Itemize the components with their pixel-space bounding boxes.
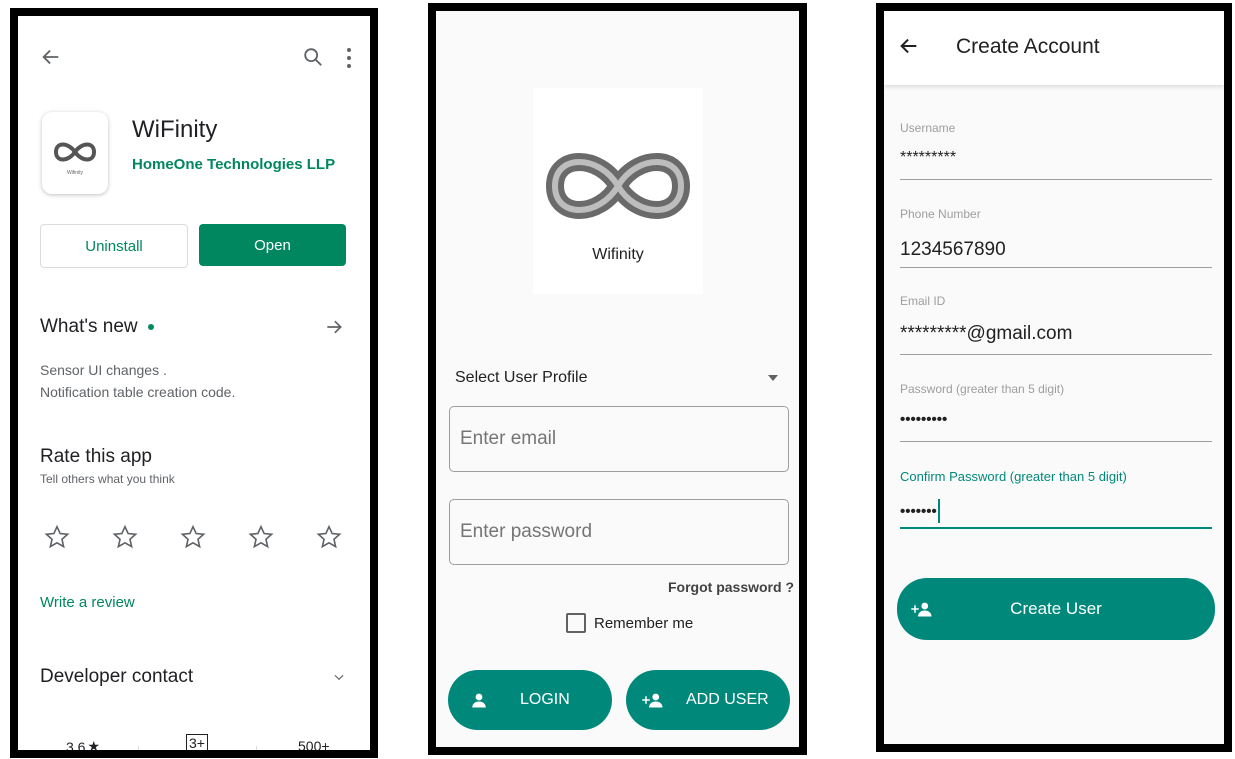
text-cursor [937, 499, 940, 523]
chevron-down-icon[interactable] [332, 670, 346, 684]
logo-card: Wifinity [533, 88, 703, 294]
password-input[interactable]: Enter password [449, 499, 789, 565]
underline [900, 354, 1212, 355]
remember-me-label: Remember me [594, 614, 694, 632]
login-label: LOGIN [520, 691, 570, 708]
underline [900, 179, 1212, 180]
rating-stat: 3.6 ★ [66, 738, 101, 755]
rate-title: Rate this app [40, 446, 152, 467]
star-icon[interactable] [248, 524, 274, 550]
email-label: Email ID [900, 294, 946, 308]
downloads-stat: 500+ [298, 738, 330, 754]
rating-value: 3.6 [66, 738, 86, 755]
dropdown-arrow-icon [767, 374, 779, 382]
underline-focused [900, 527, 1212, 529]
add-user-button[interactable]: ADD USER [626, 670, 790, 730]
add-person-icon [640, 691, 664, 709]
whats-new-line: Notification table creation code. [40, 384, 236, 400]
remember-me[interactable]: Remember me [566, 613, 693, 633]
new-dot [147, 324, 154, 330]
more-options-icon[interactable] [344, 46, 354, 70]
star-icon[interactable] [44, 524, 70, 550]
email-input[interactable]: Enter email [449, 406, 789, 472]
confirm-password-value: ••••••• [900, 502, 937, 520]
create-user-button[interactable]: Create User [897, 578, 1215, 640]
stat-divider [256, 746, 257, 750]
forgot-password-link[interactable]: Forgot password ? [668, 579, 794, 595]
password-label: Password (greater than 5 digit) [900, 382, 1065, 396]
logo-text: Wifinity [592, 246, 644, 263]
login-button[interactable]: LOGIN [448, 670, 612, 730]
play-store-screen: Wifinity WiFinity HomeOne Technologies L… [10, 8, 378, 758]
whats-new-line: Sensor UI changes . [40, 362, 167, 378]
star-icon[interactable] [112, 524, 138, 550]
age-rating-badge: 3+ [186, 734, 208, 750]
username-label: Username [900, 121, 956, 135]
underline [900, 441, 1212, 442]
uninstall-button[interactable]: Uninstall [40, 224, 188, 268]
person-icon [470, 691, 488, 709]
developer-contact-title[interactable]: Developer contact [40, 666, 193, 688]
password-field[interactable]: ••••••••• [900, 411, 947, 428]
confirm-password-label: Confirm Password (greater than 5 digit) [900, 469, 1127, 484]
rate-subtitle: Tell others what you think [40, 472, 175, 486]
username-field[interactable]: ********* [900, 149, 956, 167]
email-field[interactable]: *********@gmail.com [900, 323, 1072, 345]
app-bar: Create Account [884, 11, 1224, 85]
login-screen: Wifinity Select User Profile Enter email… [428, 3, 807, 755]
app-title: WiFinity [132, 116, 218, 143]
whats-new-title: What's new [40, 316, 138, 337]
back-arrow-icon[interactable] [898, 35, 920, 57]
icon-caption: Wifinity [66, 170, 84, 176]
star-icon[interactable] [180, 524, 206, 550]
app-icon: Wifinity [42, 112, 108, 194]
write-review-link[interactable]: Write a review [40, 594, 135, 611]
underline [900, 267, 1212, 268]
add-user-label: ADD USER [686, 691, 769, 708]
phone-field[interactable]: 1234567890 [900, 239, 1006, 261]
profile-select-value: Select User Profile [455, 369, 588, 386]
developer-link[interactable]: HomeOne Technologies LLP [132, 156, 335, 173]
stat-divider [138, 746, 139, 750]
star-filled-icon: ★ [87, 738, 101, 754]
create-user-label: Create User [1010, 599, 1102, 618]
open-button[interactable]: Open [199, 224, 346, 266]
search-icon[interactable] [302, 46, 324, 68]
create-account-screen: Create Account Username ********* Phone … [876, 3, 1232, 752]
phone-label: Phone Number [900, 207, 981, 221]
page-title: Create Account [956, 35, 1100, 58]
profile-select[interactable]: Select User Profile [455, 363, 779, 393]
infinity-logo-icon [545, 153, 691, 219]
back-arrow-icon[interactable] [40, 46, 62, 68]
whats-new-header[interactable]: What's new [40, 316, 154, 338]
remember-me-checkbox[interactable] [566, 613, 586, 633]
confirm-password-field[interactable]: ••••••• [900, 499, 940, 523]
arrow-right-icon[interactable] [324, 317, 344, 337]
star-icon[interactable] [316, 524, 342, 550]
